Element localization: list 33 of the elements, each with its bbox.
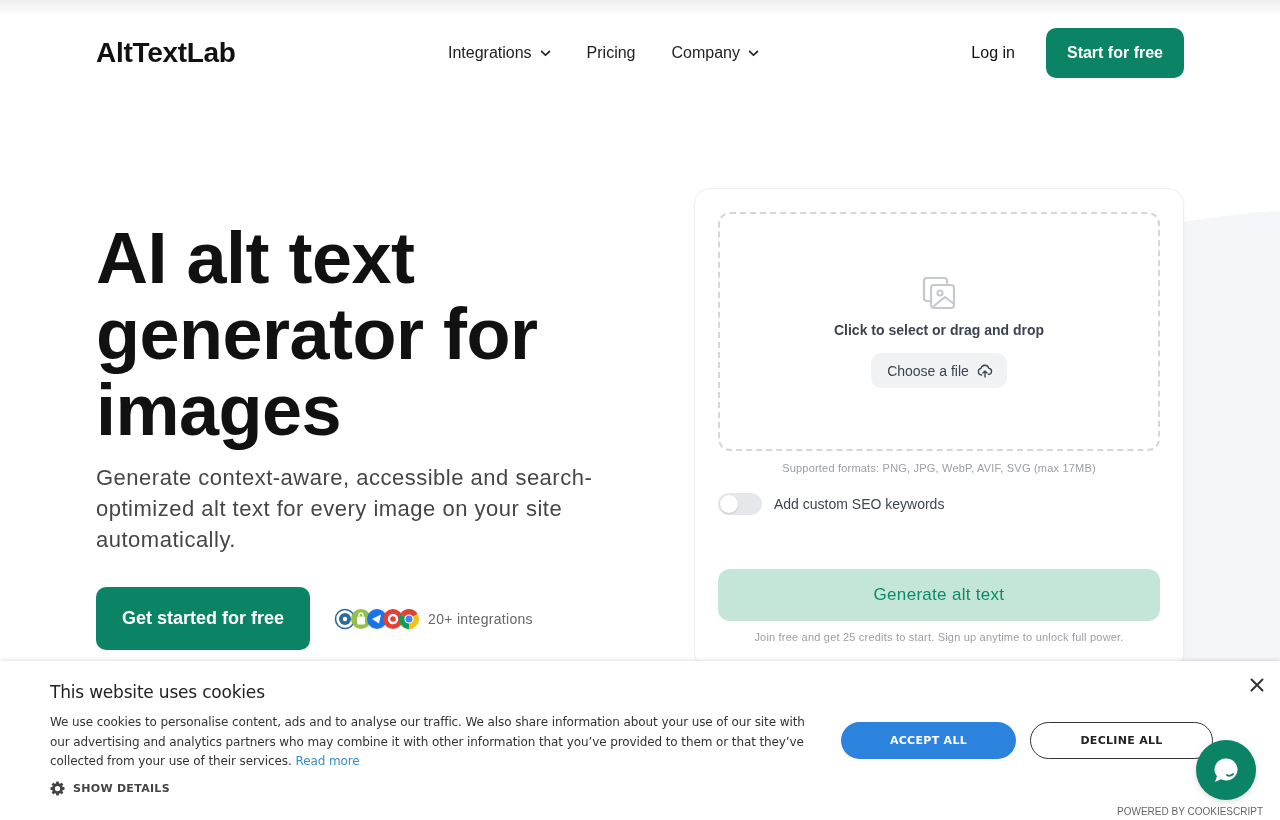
hero-subtitle: Generate context-aware, accessible and search-optimized alt text for every image on your site automatically. bbox=[96, 464, 594, 554]
settings-icon bbox=[50, 780, 65, 796]
toggle-switch[interactable] bbox=[718, 493, 762, 515]
formats-note: Supported formats: PNG, JPG, WebP, AVIF, SVG (max 17MB) bbox=[781, 461, 1097, 475]
accept-button[interactable]: ACCEPT ALL bbox=[841, 722, 1016, 759]
chevron-down-icon bbox=[748, 49, 759, 57]
upload-prompt: Click to select or drag and drop bbox=[833, 321, 1044, 339]
decline-button[interactable]: DECLINE ALL bbox=[1030, 722, 1213, 759]
close-button[interactable] bbox=[1248, 676, 1266, 694]
nav-link[interactable]: Pricing bbox=[586, 44, 636, 62]
drop-zone[interactable]: Click to select or drag and drop Choose a file bbox=[718, 212, 1160, 451]
read-more-link[interactable]: Read more bbox=[295, 754, 360, 768]
cookie-title: This website uses cookies bbox=[50, 681, 265, 703]
integrations-count: 20+ integrations bbox=[428, 610, 533, 627]
hero-heading: AI alt text generator for images bbox=[96, 220, 539, 448]
nav-link[interactable]: Integrations bbox=[448, 44, 551, 62]
start-for-free-button[interactable]: Start for free bbox=[1045, 28, 1184, 78]
get-started-button[interactable]: Get started for free bbox=[96, 587, 311, 650]
chevron-down-icon bbox=[539, 49, 551, 57]
cookie-text: We use cookies to personalise content, ads and to analyse our traffic. We also share information about your use of our site with our advertising and analytics partners who may combine it with other information that you’ve provided to them or that they’ve collected from your use of their services. Read more bbox=[50, 714, 806, 770]
close-icon bbox=[1250, 678, 1264, 692]
cloud-upload-icon bbox=[976, 362, 993, 379]
nav-link[interactable]: Company bbox=[671, 44, 759, 62]
toggle-label: Add custom SEO keywords bbox=[774, 496, 945, 512]
powered-by-text: POWERED BY COOKIESCRIPT bbox=[1117, 806, 1263, 817]
choose-file-button[interactable]: Choose a file bbox=[871, 353, 1007, 388]
show-details-button[interactable]: SHOW DETAILS bbox=[50, 779, 170, 797]
credits-note: Join free and get 25 credits to start. Sign up anytime to unlock full power. bbox=[753, 630, 1125, 644]
image-icon bbox=[921, 275, 957, 311]
site-logo[interactable]: AltTextLab bbox=[96, 37, 236, 69]
login-link[interactable]: Log in bbox=[971, 44, 1015, 62]
integration-logo-icon bbox=[398, 607, 421, 630]
chat-bubble-icon bbox=[1212, 756, 1240, 784]
